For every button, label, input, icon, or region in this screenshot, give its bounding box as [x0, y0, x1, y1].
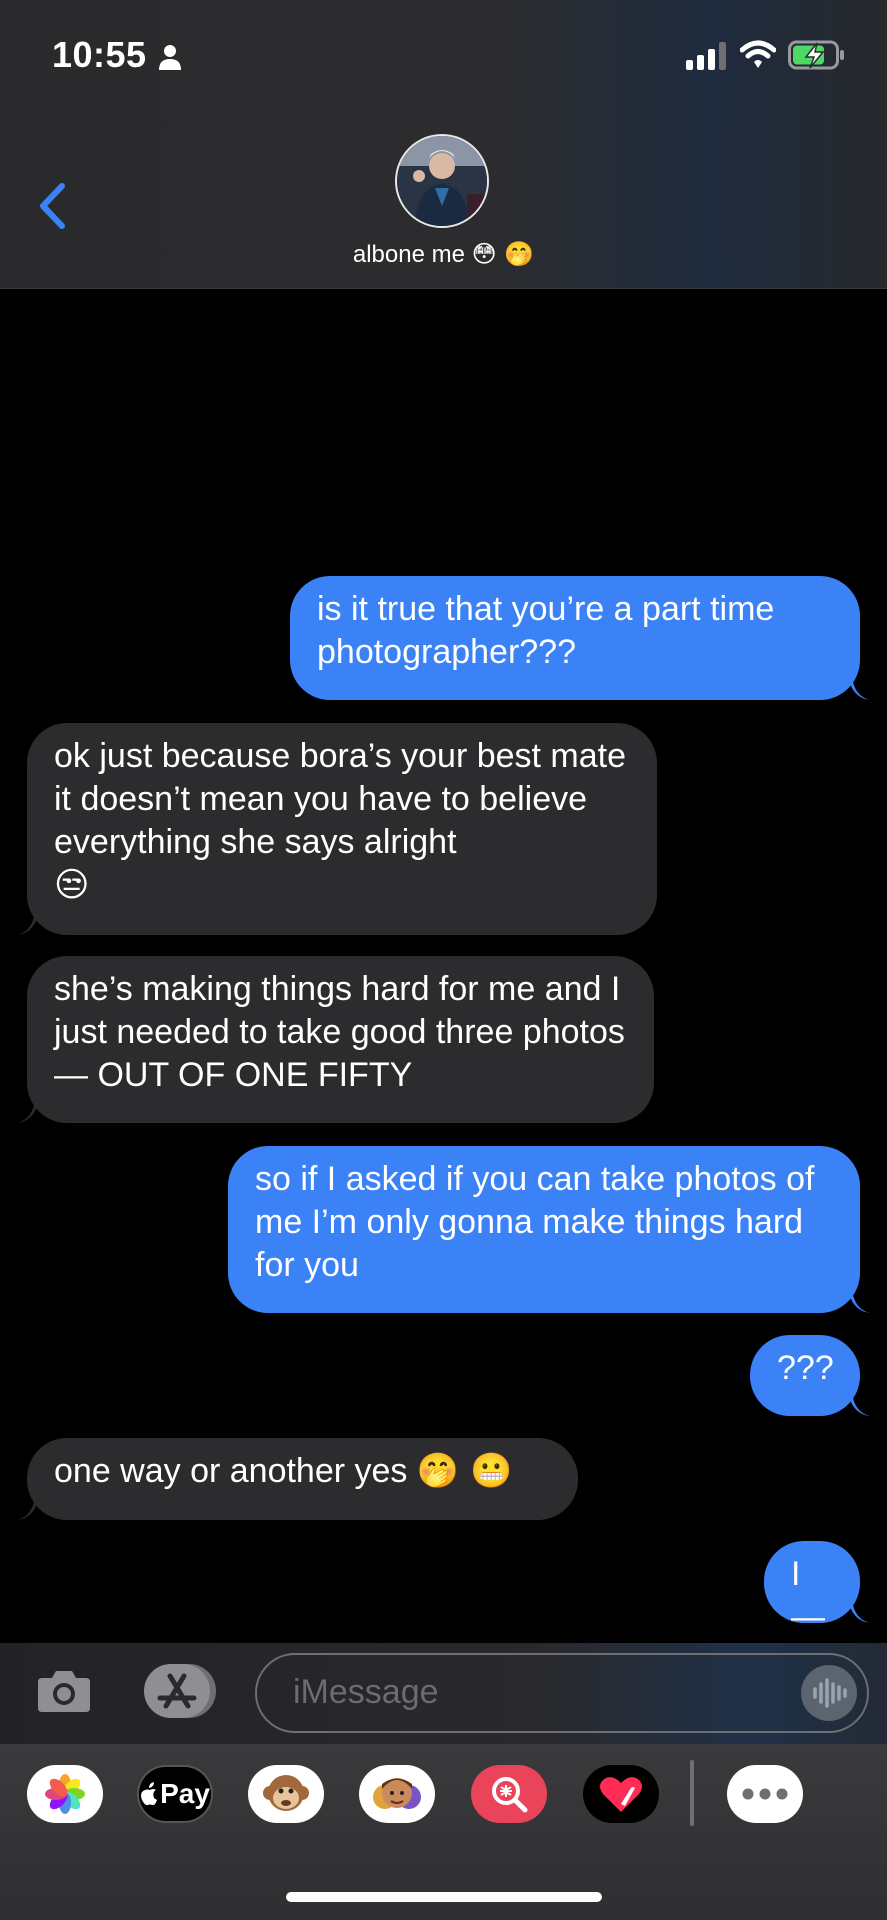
contact-avatar[interactable] [395, 134, 489, 228]
message-bubble-incoming[interactable]: she’s making things hard for me and I ju… [17, 956, 654, 1123]
message-text: ok just because bora’s your best mate it… [54, 737, 627, 861]
wifi-icon [740, 40, 776, 68]
bubble-tail [848, 1392, 870, 1416]
message-text: is it true that you’re a part time photo… [317, 590, 775, 671]
bubble-tail [848, 676, 870, 700]
battery-charging-icon [788, 40, 844, 70]
message-text: ??? [777, 1349, 834, 1387]
bubble-tail [848, 1599, 870, 1623]
camera-icon[interactable] [36, 1666, 92, 1714]
message-bubble-incoming[interactable]: ok just because bora’s your best mate it… [17, 723, 657, 935]
status-time: 10:55 [52, 34, 147, 75]
message-bubble-outgoing[interactable]: so if I asked if you can take photos of … [228, 1146, 870, 1313]
contact-name-row[interactable]: albone me 😳 🤭 [0, 240, 887, 269]
tray-divider [690, 1760, 694, 1826]
message-bubble-outgoing[interactable]: ??? [750, 1335, 870, 1416]
cellular-signal-icon [686, 42, 726, 70]
message-bubble-outgoing[interactable]: is it true that you’re a part time photo… [290, 576, 870, 700]
apple-pay-label: Pay [160, 1778, 210, 1809]
more-apps-icon[interactable] [727, 1765, 803, 1823]
message-emoji: 🤭 😬 [416, 1451, 513, 1491]
bubble-tail [17, 911, 39, 935]
imessage-input[interactable]: iMessage [255, 1653, 869, 1733]
apple-pay-icon[interactable]: Pay [137, 1765, 213, 1823]
person-icon [159, 45, 181, 70]
message-text: I— [791, 1555, 825, 1636]
waveform-icon [813, 1678, 847, 1708]
images-search-icon[interactable] [471, 1765, 547, 1823]
digital-touch-icon[interactable] [583, 1765, 659, 1823]
imessage-placeholder: iMessage [293, 1673, 439, 1711]
bubble-tail [848, 1289, 870, 1313]
audio-message-button[interactable] [801, 1665, 857, 1721]
app-store-icon[interactable] [144, 1664, 216, 1718]
message-text: so if I asked if you can take photos of … [255, 1160, 815, 1284]
contact-name-emojis: 😳 🤭 [471, 240, 535, 268]
back-chevron-icon[interactable] [36, 180, 68, 232]
home-indicator[interactable] [286, 1892, 602, 1902]
message-bubble-incoming[interactable]: one way or another yes 🤭 😬 [17, 1438, 578, 1520]
bubble-tail [17, 1496, 39, 1520]
message-text: one way or another yes [54, 1452, 408, 1490]
message-text: she’s making things hard for me and I ju… [54, 970, 625, 1094]
memoji-monkey-icon[interactable] [248, 1765, 324, 1823]
message-emoji: 😒 [54, 865, 90, 905]
contact-name: albone me [352, 241, 465, 268]
photos-icon[interactable] [27, 1765, 103, 1823]
message-bubble-outgoing[interactable]: I— [764, 1541, 870, 1636]
memoji-icon[interactable] [359, 1765, 435, 1823]
apple-logo-icon [141, 1782, 158, 1806]
bubble-tail [17, 1099, 39, 1123]
